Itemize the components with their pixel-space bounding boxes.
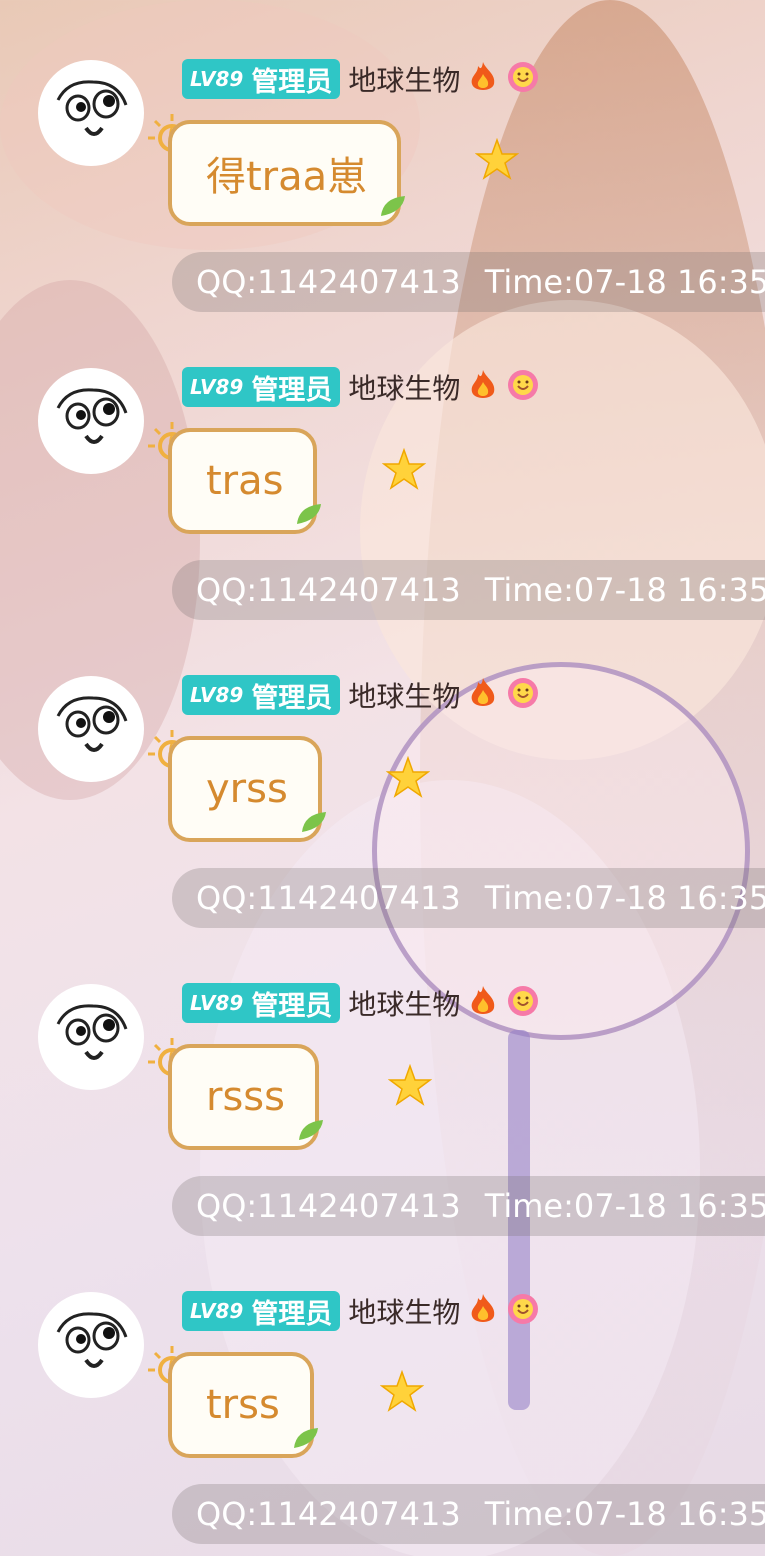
level-label: LV89 (190, 683, 244, 707)
time-label: Time:07-18 16:35 (484, 571, 765, 609)
smile-face-icon (506, 368, 540, 406)
qq-label: QQ:1142407413 (196, 879, 461, 917)
role-label: 管理员 (251, 1298, 333, 1330)
qq-label: QQ:1142407413 (196, 1187, 461, 1225)
time-label: Time:07-18 16:35 (484, 879, 765, 917)
chat-message: LV89 管理员 地球生物 tras QQ:1142407413 Time:07… (0, 308, 765, 620)
level-label: LV89 (190, 991, 244, 1015)
message-header: LV89 管理员 地球生物 (182, 366, 540, 408)
leaf-icon (298, 798, 330, 844)
level-label: LV89 (190, 1299, 244, 1323)
role-label: 管理员 (251, 990, 333, 1022)
chat-message: LV89 管理员 地球生物 rsss QQ:1142407413 Time:07… (0, 924, 765, 1236)
username[interactable]: 地球生物 (348, 367, 460, 407)
time-label: Time:07-18 16:35 (484, 1495, 765, 1533)
role-label: 管理员 (251, 374, 333, 406)
meme-face-icon (41, 679, 141, 779)
star-icon (379, 1369, 425, 1418)
level-badge: LV89 管理员 (182, 675, 341, 715)
star-icon (474, 137, 520, 186)
leaf-icon (377, 182, 409, 228)
message-text: tras (206, 458, 284, 504)
message-text: rsss (206, 1074, 285, 1120)
message-info-bar: QQ:1142407413 Time:07-18 16:35 (172, 1484, 765, 1544)
avatar[interactable] (38, 1292, 144, 1398)
message-header: LV89 管理员 地球生物 (182, 58, 540, 100)
message-header: LV89 管理员 地球生物 (182, 982, 540, 1024)
message-bubble[interactable]: tras (168, 428, 322, 534)
fire-icon (466, 984, 500, 1022)
chat-message: LV89 管理员 地球生物 yrss QQ:1142407413 Time:07… (0, 616, 765, 928)
avatar[interactable] (38, 984, 144, 1090)
star-icon (385, 755, 431, 804)
leaf-icon (293, 490, 325, 536)
message-bubble[interactable]: 得traa崽 (168, 120, 406, 226)
time-label: Time:07-18 16:35 (484, 263, 765, 301)
level-badge: LV89 管理员 (182, 983, 341, 1023)
avatar[interactable] (38, 60, 144, 166)
message-info-bar: QQ:1142407413 Time:07-18 16:35 (172, 252, 765, 312)
message-text: yrss (206, 766, 288, 812)
message-text: trss (206, 1382, 280, 1428)
fire-icon (466, 676, 500, 714)
qq-label: QQ:1142407413 (196, 571, 461, 609)
message-bubble[interactable]: trss (168, 1352, 318, 1458)
fire-icon (466, 1292, 500, 1330)
fire-icon (466, 60, 500, 98)
level-label: LV89 (190, 67, 244, 91)
message-text: 得traa崽 (206, 154, 368, 200)
username[interactable]: 地球生物 (348, 675, 460, 715)
smile-face-icon (506, 1292, 540, 1330)
username[interactable]: 地球生物 (348, 1291, 460, 1331)
leaf-icon (295, 1106, 327, 1152)
avatar[interactable] (38, 676, 144, 782)
message-header: LV89 管理员 地球生物 (182, 1290, 540, 1332)
fire-icon (466, 368, 500, 406)
meme-face-icon (41, 987, 141, 1087)
star-icon (381, 447, 427, 496)
meme-face-icon (41, 1295, 141, 1395)
role-label: 管理员 (251, 66, 333, 98)
username[interactable]: 地球生物 (348, 983, 460, 1023)
meme-face-icon (41, 371, 141, 471)
smile-face-icon (506, 676, 540, 714)
star-icon (387, 1063, 433, 1112)
message-bubble[interactable]: rsss (168, 1044, 323, 1150)
message-info-bar: QQ:1142407413 Time:07-18 16:35 (172, 1176, 765, 1236)
level-label: LV89 (190, 375, 244, 399)
level-badge: LV89 管理员 (182, 59, 341, 99)
level-badge: LV89 管理员 (182, 1291, 341, 1331)
leaf-icon (290, 1414, 322, 1460)
role-label: 管理员 (251, 682, 333, 714)
smile-face-icon (506, 984, 540, 1022)
qq-label: QQ:1142407413 (196, 1495, 461, 1533)
avatar[interactable] (38, 368, 144, 474)
message-header: LV89 管理员 地球生物 (182, 674, 540, 716)
smile-face-icon (506, 60, 540, 98)
time-label: Time:07-18 16:35 (484, 1187, 765, 1225)
chat-message: LV89 管理员 地球生物 得traa崽 QQ:1142407413 Time:… (0, 0, 765, 312)
message-bubble[interactable]: yrss (168, 736, 326, 842)
level-badge: LV89 管理员 (182, 367, 341, 407)
chat-message: LV89 管理员 地球生物 trss QQ:1142407413 Time:07… (0, 1232, 765, 1544)
message-info-bar: QQ:1142407413 Time:07-18 16:35 (172, 560, 765, 620)
qq-label: QQ:1142407413 (196, 263, 461, 301)
username[interactable]: 地球生物 (348, 59, 460, 99)
message-info-bar: QQ:1142407413 Time:07-18 16:35 (172, 868, 765, 928)
meme-face-icon (41, 63, 141, 163)
